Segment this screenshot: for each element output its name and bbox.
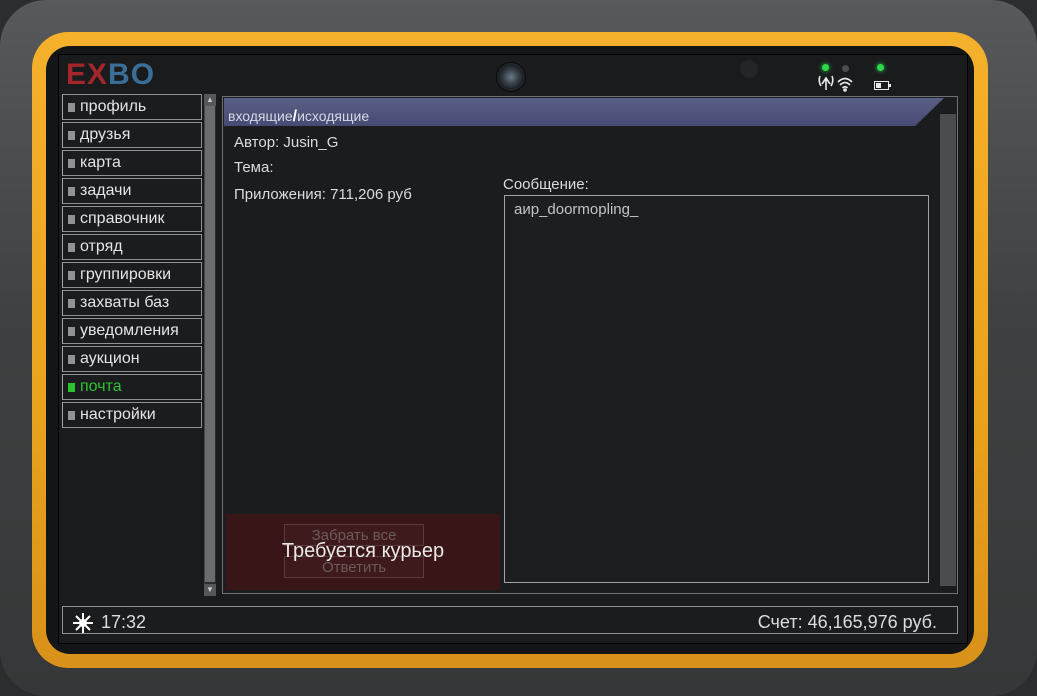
brand-logo: EXBO	[66, 58, 156, 91]
sidebar-item-squad[interactable]: отряд	[62, 234, 202, 260]
message-box	[504, 195, 929, 583]
bullet-icon	[68, 243, 75, 252]
sidebar-item-label: отряд	[80, 238, 123, 255]
bullet-icon	[68, 299, 75, 308]
sidebar-item-friends[interactable]: друзья	[62, 122, 202, 148]
bullet-icon	[68, 383, 75, 392]
mail-subject: Тема:	[234, 159, 274, 176]
light-sensor	[740, 60, 758, 78]
tab-outgoing[interactable]: исходящие	[297, 108, 369, 124]
status-led	[822, 64, 829, 71]
sidebar-item-label: уведомления	[80, 322, 179, 339]
message-label: Сообщение:	[503, 176, 589, 193]
bullet-icon	[68, 103, 75, 112]
status-led	[842, 65, 849, 72]
scroll-down-arrow-icon[interactable]: ▼	[204, 584, 216, 596]
tab-incoming[interactable]: входящие	[228, 108, 293, 124]
mail-attachments: Приложения: 711,206 руб	[234, 186, 412, 203]
sidebar-nav: профиль друзья карта задачи справочник о…	[62, 94, 202, 434]
account-balance: Счет: 46,165,976 руб.	[757, 612, 937, 632]
wifi-icon	[818, 72, 858, 97]
sidebar-item-label: настройки	[80, 406, 156, 423]
bullet-icon	[68, 271, 75, 280]
sidebar-item-label: почта	[80, 378, 122, 395]
bullet-icon	[68, 327, 75, 336]
camera-icon	[496, 62, 526, 92]
sidebar-item-label: карта	[80, 154, 121, 171]
sun-icon	[72, 612, 94, 639]
sidebar-item-label: группировки	[80, 266, 172, 283]
sidebar-item-label: друзья	[80, 126, 131, 143]
bullet-icon	[68, 159, 75, 168]
sidebar-item-tasks[interactable]: задачи	[62, 178, 202, 204]
sidebar-item-map[interactable]: карта	[62, 150, 202, 176]
sidebar-item-label: аукцион	[80, 350, 140, 367]
bullet-icon	[68, 411, 75, 420]
mail-author: Автор: Jusin_G	[234, 134, 339, 151]
sidebar-item-label: справочник	[80, 210, 165, 227]
sidebar-item-label: задачи	[80, 182, 132, 199]
sidebar-item-mail[interactable]: почта	[62, 374, 202, 400]
scroll-up-arrow-icon[interactable]: ▲	[204, 94, 216, 106]
sidebar-item-settings[interactable]: настройки	[62, 402, 202, 428]
bullet-icon	[68, 355, 75, 364]
status-led	[877, 64, 884, 71]
bullet-icon	[68, 187, 75, 196]
sidebar-item-auction[interactable]: аукцион	[62, 346, 202, 372]
message-text: аир_doormopling_	[514, 201, 639, 218]
courier-required-notice: Требуется курьер	[281, 540, 445, 562]
bullet-icon	[68, 215, 75, 224]
sidebar-item-notifications[interactable]: уведомления	[62, 318, 202, 344]
sidebar-item-profile[interactable]: профиль	[62, 94, 202, 120]
clock: 17:32	[101, 612, 147, 632]
sidebar-item-label: захваты баз	[80, 294, 170, 311]
sidebar-item-base-captures[interactable]: захваты баз	[62, 290, 202, 316]
sidebar-item-label: профиль	[80, 98, 147, 115]
mail-scrollbar[interactable]	[940, 114, 956, 586]
battery-icon	[874, 78, 892, 96]
sidebar-item-factions[interactable]: группировки	[62, 262, 202, 288]
bullet-icon	[68, 131, 75, 140]
mail-tabs: входящие/исходящие	[228, 108, 369, 126]
sidebar-item-reference[interactable]: справочник	[62, 206, 202, 232]
sidebar-scroll-thumb[interactable]	[205, 106, 215, 582]
